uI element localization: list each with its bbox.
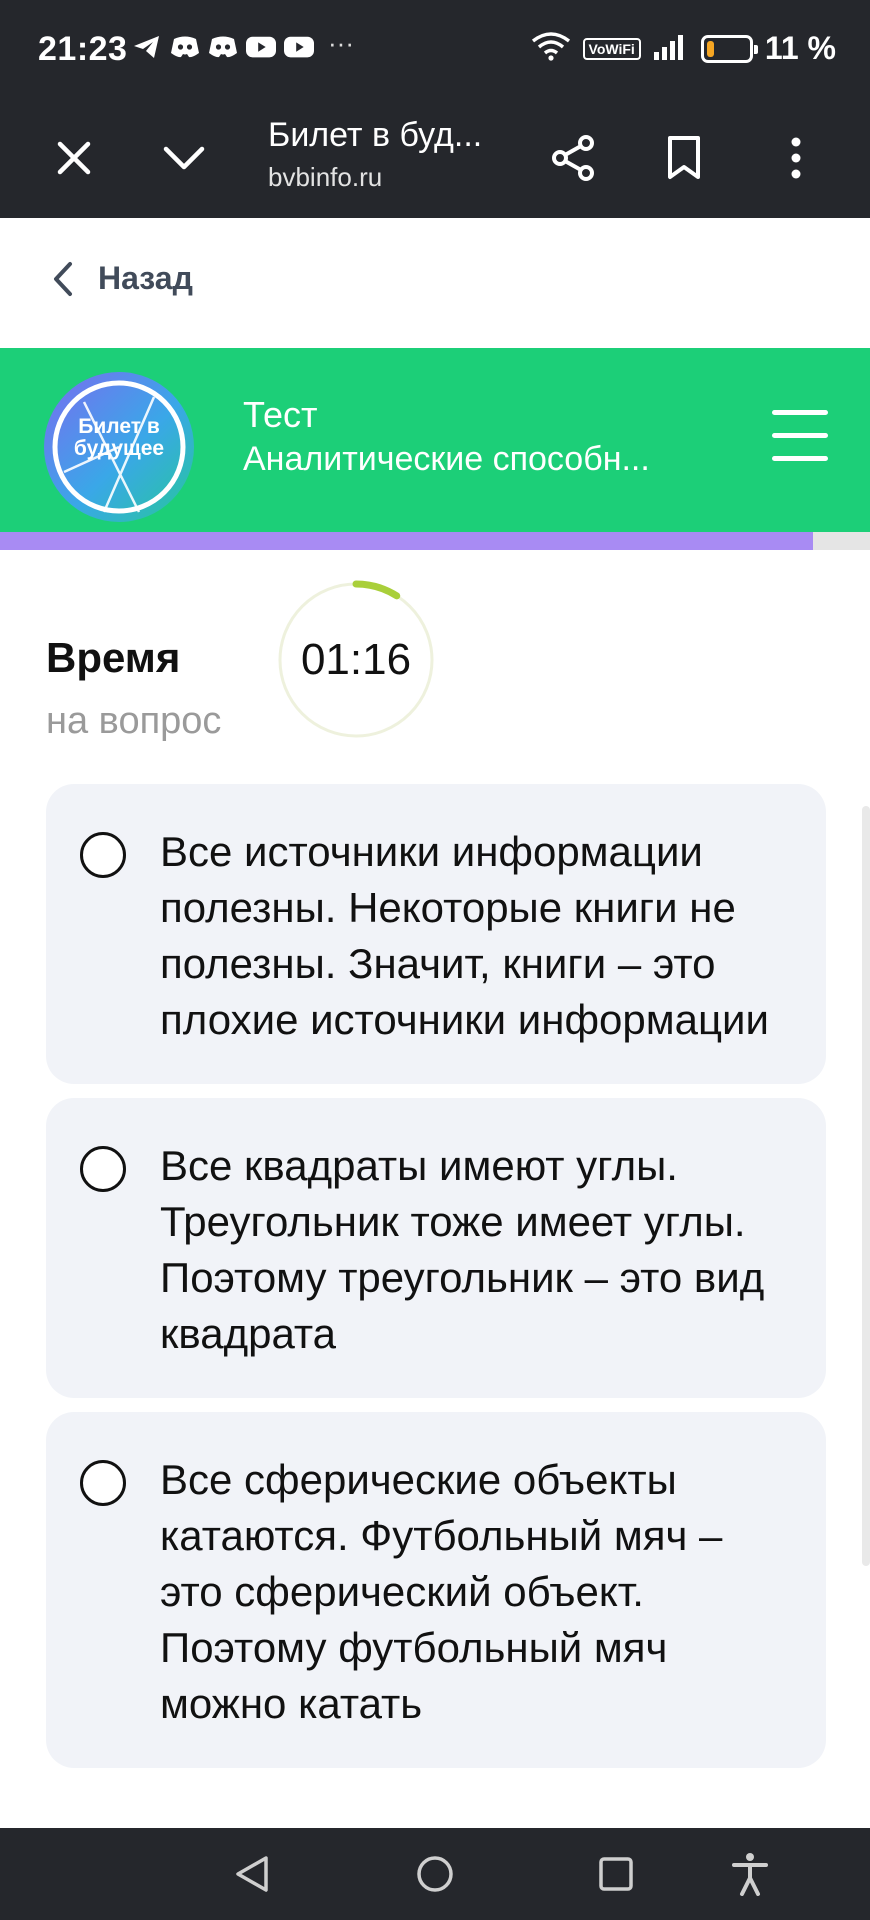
bookmark-button[interactable]	[650, 124, 718, 192]
more-vertical-icon	[791, 137, 801, 179]
logo-text: Билет в будущее	[73, 415, 165, 460]
radio-button[interactable]	[80, 832, 126, 878]
accessibility-icon	[732, 1853, 768, 1896]
youtube-icon	[246, 34, 276, 60]
nav-back-button[interactable]	[222, 1844, 282, 1904]
scrollbar[interactable]	[862, 806, 870, 1566]
telegram-icon	[132, 34, 162, 60]
discord-icon	[170, 34, 200, 60]
close-tab-button[interactable]	[40, 124, 108, 192]
more-options-button[interactable]	[762, 124, 830, 192]
youtube-icon	[284, 34, 314, 60]
accessibility-button[interactable]	[720, 1844, 780, 1904]
test-name: Аналитические способн...	[243, 440, 650, 478]
chevron-down-icon	[163, 146, 205, 170]
square-recents-icon	[599, 1857, 633, 1891]
answer-option-text: Все сферические объекты катаются. Футбол…	[160, 1456, 723, 1727]
test-progress-bar	[0, 532, 870, 550]
test-progress-fill	[0, 532, 814, 550]
status-time: 21:23	[38, 30, 128, 68]
back-row: Назад	[0, 218, 870, 348]
timer-value: 01:16	[300, 635, 412, 684]
timer-sublabel: на вопрос	[46, 700, 222, 742]
back-button[interactable]: Назад	[52, 260, 193, 297]
nav-recents-button[interactable]	[586, 1844, 646, 1904]
share-icon	[552, 135, 594, 181]
menu-icon	[772, 410, 828, 415]
triangle-back-icon	[236, 1856, 268, 1892]
nav-home-button[interactable]	[405, 1844, 465, 1904]
wifi-icon	[531, 31, 571, 66]
more-notifications-indicator: ···	[328, 27, 354, 58]
system-nav-bar	[0, 1828, 870, 1920]
answer-option[interactable]: Все сферические объекты катаются. Футбол…	[46, 1412, 826, 1768]
page-url[interactable]: bvbinfo.ru	[268, 162, 382, 193]
vowifi-badge: VoWiFi	[582, 37, 641, 60]
close-icon	[57, 141, 91, 175]
timer-label: Время	[46, 634, 181, 681]
status-right: VoWiFi 11 %	[531, 30, 836, 67]
battery-percent: 11 %	[764, 30, 836, 66]
chevron-left-icon	[54, 261, 72, 296]
minimize-button[interactable]	[150, 124, 218, 192]
bilet-v-budushchee-logo[interactable]: Билет в будущее	[44, 372, 194, 522]
battery-level	[706, 40, 715, 57]
answer-option[interactable]: Все источники информации полезны. Некото…	[46, 784, 826, 1084]
circle-home-icon	[417, 1856, 453, 1892]
discord-icon	[208, 34, 238, 60]
test-header: Билет в будущее Тест Аналитические спосо…	[0, 348, 870, 532]
bookmark-icon	[668, 136, 700, 179]
test-label: Тест	[243, 394, 318, 435]
share-button[interactable]	[540, 124, 608, 192]
radio-button[interactable]	[80, 1146, 126, 1192]
answer-option[interactable]: Все квадраты имеют углы. Треугольник тож…	[46, 1098, 826, 1398]
battery-icon	[700, 34, 758, 63]
page-title: Билет в буд...	[268, 116, 483, 154]
menu-button[interactable]	[772, 410, 828, 466]
signal-icon	[653, 32, 689, 65]
answer-option-text: Все квадраты имеют углы. Треугольник тож…	[160, 1142, 765, 1357]
browser-toolbar: Билет в буд... bvbinfo.ru	[0, 98, 870, 218]
notification-icons: ···	[132, 28, 354, 60]
radio-button[interactable]	[80, 1460, 126, 1506]
answer-options: Все источники информации полезны. Некото…	[46, 784, 826, 1782]
answer-option-text: Все источники информации полезны. Некото…	[160, 828, 769, 1043]
back-label: Назад	[98, 260, 193, 296]
status-bar: 21:23 ··· VoWiFi 11 %	[0, 0, 870, 98]
